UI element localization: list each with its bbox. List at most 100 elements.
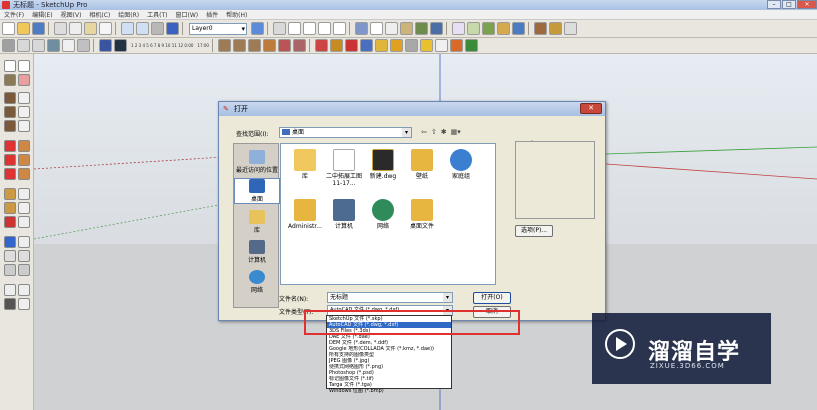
rectangle-tool-icon[interactable]	[4, 92, 16, 104]
file-item[interactable]: 家庭组	[440, 149, 482, 180]
layer-select[interactable]: Layer0	[189, 22, 247, 35]
text-tool-icon[interactable]	[18, 202, 30, 214]
plugin-h-icon[interactable]	[419, 39, 433, 52]
offset-tool-icon[interactable]	[18, 168, 30, 180]
polygon-tool-icon[interactable]	[4, 120, 16, 132]
dimension-icon[interactable]	[18, 188, 30, 200]
menu-camera[interactable]: 相机(C)	[85, 10, 114, 19]
share-component-icon[interactable]	[497, 22, 510, 35]
solid-split-icon[interactable]	[262, 39, 276, 52]
circle-tool-icon[interactable]	[4, 106, 16, 118]
tape-measure-icon[interactable]	[4, 188, 16, 200]
follow-me-icon[interactable]	[18, 154, 30, 166]
up-folder-icon[interactable]: ⇧	[431, 128, 437, 136]
shadow-toggle-icon[interactable]	[99, 39, 112, 52]
file-item[interactable]: 二中拓展工图11-17...	[323, 149, 365, 187]
eraser-icon[interactable]	[18, 74, 30, 86]
chevron-down-icon[interactable]: ▾	[443, 293, 452, 302]
open-file-icon[interactable]	[17, 22, 30, 35]
plugin-a-icon[interactable]	[314, 39, 328, 52]
freehand-tool-icon[interactable]	[18, 120, 30, 132]
right-view-icon[interactable]	[318, 22, 331, 35]
back-view-icon[interactable]	[333, 22, 346, 35]
previous-view-icon[interactable]	[4, 264, 16, 276]
options-button[interactable]: 选项(P)...	[515, 225, 553, 237]
paint-bucket-icon[interactable]	[4, 74, 16, 86]
shadow-time-scale[interactable]: 1 2 3 4 5 6 7 8 9 10 11 12 0:00	[131, 43, 193, 48]
make-component-icon[interactable]	[2, 39, 15, 52]
monochrome-icon[interactable]	[430, 22, 443, 35]
plugin-g-icon[interactable]	[404, 39, 418, 52]
menu-plugins[interactable]: 插件	[202, 10, 222, 19]
plugin-i-icon[interactable]	[434, 39, 448, 52]
solid-subtract-icon[interactable]	[232, 39, 246, 52]
menu-draw[interactable]: 绘图(R)	[114, 10, 143, 19]
menu-tools[interactable]: 工具(T)	[143, 10, 171, 19]
print-icon[interactable]	[151, 22, 164, 35]
protractor-icon[interactable]	[4, 202, 16, 214]
push-pull-icon[interactable]	[18, 140, 30, 152]
scale-tool-icon[interactable]	[4, 168, 16, 180]
extension-icon[interactable]	[512, 22, 525, 35]
zoom-extents-icon[interactable]	[18, 264, 30, 276]
file-item[interactable]: 新建.dwg	[362, 149, 404, 180]
axes-tool-icon[interactable]	[4, 216, 16, 228]
menu-file[interactable]: 文件(F)	[0, 10, 28, 19]
walk-tool-icon[interactable]	[4, 298, 16, 310]
front-view-icon[interactable]	[303, 22, 316, 35]
shadow-icon[interactable]	[549, 22, 562, 35]
ungroup-icon[interactable]	[62, 39, 75, 52]
plugin-f-icon[interactable]	[389, 39, 403, 52]
chevron-down-icon[interactable]: ▾	[402, 128, 411, 137]
shadow-settings-icon[interactable]	[114, 39, 127, 52]
layer-manager-icon[interactable]	[251, 22, 264, 35]
shaded-textures-icon[interactable]	[415, 22, 428, 35]
3d-text-icon[interactable]	[18, 216, 30, 228]
maximize-button[interactable]: □	[782, 0, 796, 9]
filetype-option[interactable]: Windows 位图 (*.bmp)	[327, 388, 451, 394]
solid-outer-shell-icon[interactable]	[277, 39, 291, 52]
orbit-tool-icon[interactable]	[4, 236, 16, 248]
fog-icon[interactable]	[564, 22, 577, 35]
place-desktop[interactable]: 桌面	[234, 178, 280, 204]
line-tool-icon[interactable]	[18, 92, 30, 104]
copy-icon[interactable]	[69, 22, 82, 35]
position-camera-icon[interactable]	[4, 284, 16, 296]
plugin-d-icon[interactable]	[359, 39, 373, 52]
solid-union-icon[interactable]	[217, 39, 231, 52]
look-around-icon[interactable]	[18, 284, 30, 296]
rotate-tool-icon[interactable]	[4, 154, 16, 166]
zoom-tool-icon[interactable]	[4, 250, 16, 262]
plugin-e-icon[interactable]	[374, 39, 388, 52]
xray-icon[interactable]	[355, 22, 368, 35]
zoom-window-icon[interactable]	[18, 250, 30, 262]
open-button[interactable]: 打开(O)	[473, 292, 511, 304]
place-recent[interactable]: 最近访问的位置	[234, 150, 280, 174]
new-folder-icon[interactable]: ✱	[441, 128, 447, 136]
photo-texture-icon[interactable]	[467, 22, 480, 35]
iso-view-icon[interactable]	[273, 22, 286, 35]
wireframe-icon[interactable]	[370, 22, 383, 35]
look-in-select[interactable]: 桌面 ▾	[279, 127, 412, 138]
menu-help[interactable]: 帮助(H)	[222, 10, 251, 19]
paste-icon[interactable]	[84, 22, 97, 35]
top-view-icon[interactable]	[288, 22, 301, 35]
file-list[interactable]: 库 二中拓展工图11-17... 新建.dwg 壁纸 家庭组 Administr…	[280, 143, 496, 285]
file-item[interactable]: 桌面文件	[401, 199, 443, 230]
group-icon[interactable]	[47, 39, 60, 52]
filename-input[interactable]: 无标题 ▾	[327, 292, 453, 303]
close-window-button[interactable]: ✕	[797, 0, 817, 9]
redo-icon[interactable]	[136, 22, 149, 35]
select-tool-icon[interactable]	[4, 60, 16, 72]
hidden-line-icon[interactable]	[385, 22, 398, 35]
plugin-j-icon[interactable]	[449, 39, 463, 52]
section-tool-icon[interactable]	[18, 298, 30, 310]
section-cut-icon[interactable]	[32, 39, 45, 52]
plugin-b-icon[interactable]	[329, 39, 343, 52]
file-item[interactable]: 网络	[362, 199, 404, 230]
erase-icon[interactable]	[99, 22, 112, 35]
move-tool-icon[interactable]	[4, 140, 16, 152]
shaded-icon[interactable]	[400, 22, 413, 35]
menu-view[interactable]: 视图(V)	[57, 10, 86, 19]
place-network[interactable]: 网络	[234, 270, 280, 294]
